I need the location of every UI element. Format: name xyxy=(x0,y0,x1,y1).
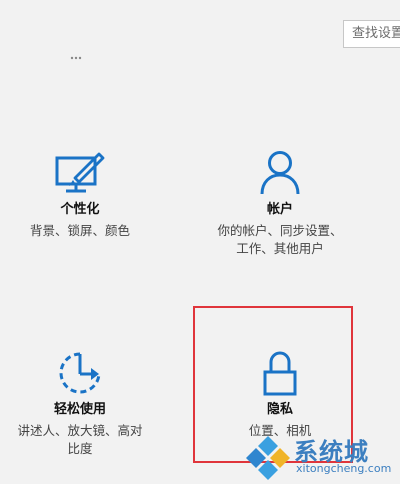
watermark-url: xitongcheng.com xyxy=(296,462,392,475)
tile-title: 帐户 xyxy=(266,202,293,217)
ease-of-access-icon xyxy=(59,352,101,394)
tile-description: 讲述人、放大镜、高对 比度 xyxy=(17,423,143,456)
tile-personalization[interactable]: 个性化 背景、锁屏、颜色 xyxy=(0,150,175,240)
tile-description: 背景、锁屏、颜色 xyxy=(29,223,130,238)
personalization-icon xyxy=(55,152,105,193)
tile-description: 位置、相机 xyxy=(248,423,312,438)
scroll-indicator xyxy=(70,56,82,60)
tile-title: 隐私 xyxy=(266,402,293,417)
tile-ease-of-access[interactable]: 轻松使用 讲述人、放大镜、高对 比度 xyxy=(0,350,175,458)
tile-privacy[interactable]: 隐私 位置、相机 xyxy=(185,350,375,440)
tile-accounts[interactable]: 帐户 你的帐户、同步设置、 工作、其他用户 xyxy=(185,150,375,258)
tile-title: 个性化 xyxy=(60,202,100,217)
tile-description: 你的帐户、同步设置、 工作、其他用户 xyxy=(217,223,343,256)
search-input[interactable]: 查找设置 xyxy=(343,20,400,48)
lock-icon xyxy=(263,351,297,396)
tile-title: 轻松使用 xyxy=(53,402,106,417)
account-icon xyxy=(260,151,300,195)
watermark-logo-icon xyxy=(246,436,290,480)
